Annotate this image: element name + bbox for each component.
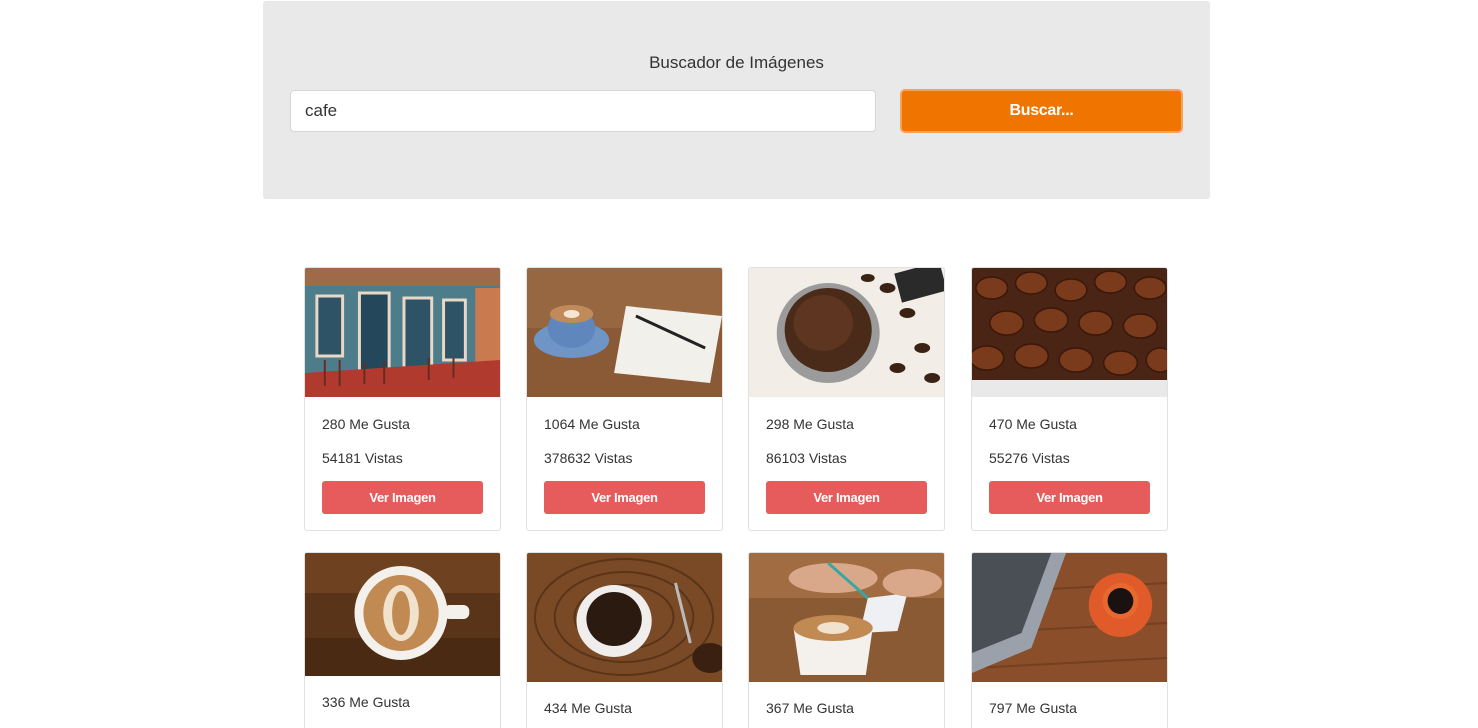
likes-count: 797 Me Gusta	[989, 700, 1077, 716]
result-card: 470 Me Gusta 55276 Vistas Ver Imagen	[971, 267, 1168, 531]
latte-art-image	[305, 553, 500, 676]
likes-count: 1064 Me Gusta	[544, 416, 640, 432]
result-card: 797 Me Gusta	[971, 552, 1168, 728]
views-count: 55276 Vistas	[989, 450, 1070, 466]
views-count: 54181 Vistas	[322, 450, 403, 466]
view-image-button[interactable]: Ver Imagen	[766, 481, 927, 514]
result-image[interactable]	[749, 553, 944, 682]
result-card: 1064 Me Gusta 378632 Vistas Ver Imagen	[526, 267, 723, 531]
result-image[interactable]	[305, 268, 500, 397]
coffee-beans-image	[972, 268, 1167, 397]
likes-count: 367 Me Gusta	[766, 700, 854, 716]
view-image-button[interactable]: Ver Imagen	[989, 481, 1150, 514]
result-image[interactable]	[972, 268, 1167, 397]
likes-count: 298 Me Gusta	[766, 416, 854, 432]
espresso-portafilter-image	[749, 268, 944, 397]
coffee-laptop-image	[972, 553, 1167, 682]
result-image[interactable]	[527, 268, 722, 397]
latte-writing-image	[749, 553, 944, 682]
search-header: Buscador de Imágenes Buscar...	[263, 1, 1210, 199]
result-card: 336 Me Gusta	[304, 552, 501, 728]
result-card: 280 Me Gusta 54181 Vistas Ver Imagen	[304, 267, 501, 531]
result-image[interactable]	[749, 268, 944, 397]
result-image[interactable]	[527, 553, 722, 682]
likes-count: 336 Me Gusta	[322, 694, 410, 710]
view-image-button[interactable]: Ver Imagen	[322, 481, 483, 514]
search-input[interactable]	[290, 90, 876, 132]
black-coffee-wood-image	[527, 553, 722, 682]
result-card: 434 Me Gusta	[526, 552, 723, 728]
search-button[interactable]: Buscar...	[900, 89, 1183, 133]
result-card: 298 Me Gusta 86103 Vistas Ver Imagen	[748, 267, 945, 531]
likes-count: 280 Me Gusta	[322, 416, 410, 432]
coffee-cup-notebook-image	[527, 268, 722, 397]
cafe-terrace-image	[305, 268, 500, 397]
result-card: 367 Me Gusta	[748, 552, 945, 728]
likes-count: 434 Me Gusta	[544, 700, 632, 716]
result-image[interactable]	[305, 553, 500, 676]
views-count: 86103 Vistas	[766, 450, 847, 466]
page-title: Buscador de Imágenes	[649, 53, 824, 72]
view-image-button[interactable]: Ver Imagen	[544, 481, 705, 514]
views-count: 378632 Vistas	[544, 450, 633, 466]
result-image[interactable]	[972, 553, 1167, 682]
likes-count: 470 Me Gusta	[989, 416, 1077, 432]
page: Buscador de Imágenes Buscar...	[0, 0, 1478, 728]
